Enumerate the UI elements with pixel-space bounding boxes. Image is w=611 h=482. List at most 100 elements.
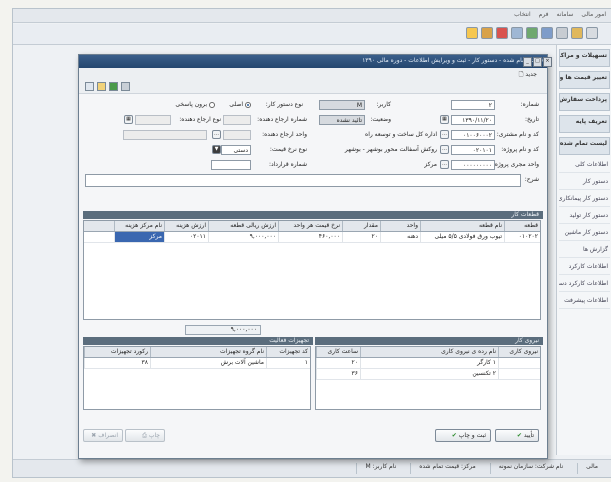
maximize-icon[interactable]: □ — [533, 57, 542, 67]
delete-icon[interactable] — [496, 27, 508, 39]
first-record-icon[interactable] — [85, 82, 94, 91]
sidebar-item[interactable]: لیست تمام شده — [559, 137, 610, 155]
table-cell: ۲۰ — [342, 232, 380, 242]
search-icon[interactable] — [511, 27, 523, 39]
table-cell: ۰۱۰۲۰۲ — [504, 232, 540, 242]
exec-unit-lookup-icon[interactable]: … — [440, 160, 449, 169]
sidebar-item[interactable]: دستور کار ماشین — [559, 227, 610, 241]
contract-field[interactable] — [211, 160, 251, 170]
price-type-select[interactable]: دستی — [221, 145, 251, 155]
customer-lookup-icon[interactable]: … — [440, 130, 449, 139]
equip-section-title: تجهیزات فعالیت — [83, 337, 313, 345]
save-print-label: ثبت و چاپ — [458, 432, 486, 439]
column-header[interactable]: قطعه — [504, 221, 540, 231]
sidebar-item[interactable]: دستور کار پیمانکاری — [559, 193, 610, 207]
table-row[interactable]: ۲ تکنسین ۳۶ — [316, 369, 540, 380]
items-section-title: قطعات کار — [83, 211, 543, 219]
menu-item[interactable]: فرم — [539, 11, 549, 20]
column-header[interactable]: مقدار — [342, 221, 380, 231]
sidebar-item[interactable]: دستور کار — [559, 176, 610, 190]
chevron-down-icon[interactable]: ▼ — [212, 145, 221, 154]
table-cell — [498, 358, 540, 368]
save-icon[interactable] — [97, 82, 106, 91]
customer-code-field[interactable]: ۰۱۰۰۶۰۰۰۲ — [451, 130, 495, 140]
project-code-field[interactable]: ۰۲۰۱۰۱ — [451, 145, 495, 155]
status-cell: مالی — [577, 463, 606, 474]
refresh-icon[interactable] — [526, 27, 538, 39]
table-row[interactable]: ۰۱۰۲۰۲ تیوب ورق فولادی ۵/۵ میلی دهنه ۲۰ … — [84, 232, 540, 243]
sidebar-item[interactable]: اطلاعات کارکرد دستی — [559, 278, 610, 292]
print-button[interactable]: چاپ ⎙ — [125, 429, 165, 442]
exec-unit-label: واحد مجری پروژه: — [492, 161, 539, 168]
minimize-icon[interactable]: _ — [523, 57, 532, 67]
number-field[interactable]: ۲ — [451, 100, 495, 110]
sidebar-item[interactable]: گزارش ها — [559, 244, 610, 258]
column-header[interactable]: کد تجهیزات — [266, 347, 310, 357]
column-header[interactable]: رکورد تجهیزات — [84, 347, 150, 357]
user-label: کاربر: — [376, 101, 391, 108]
sidebar-item[interactable]: اطلاعات کارکرد — [559, 261, 610, 275]
report-icon[interactable] — [541, 27, 553, 39]
new-button[interactable]: جدید 🗋 — [519, 70, 537, 80]
sidebar-item[interactable]: اطلاعات کلی — [559, 159, 610, 173]
sidebar-item[interactable]: تسهیلات و مراکز — [559, 49, 610, 67]
save-print-button[interactable]: ثبت و چاپ ✔ — [435, 429, 491, 442]
project-lookup-icon[interactable]: … — [440, 145, 449, 154]
ref-unit-label: واحد ارجاع دهنده: — [262, 131, 307, 138]
table-cell: تیوب ورق فولادی ۵/۵ میلی — [420, 232, 504, 242]
exit-icon[interactable] — [586, 27, 598, 39]
save-icon[interactable] — [466, 27, 478, 39]
radio-sub[interactable] — [209, 102, 215, 108]
calendar-icon[interactable]: ▦ — [440, 115, 449, 124]
table-row[interactable]: ۱ کارگر ۲۰ — [316, 358, 540, 369]
type-label: نوع دستور کار: — [265, 101, 303, 108]
column-header[interactable]: نام قطعه — [420, 221, 504, 231]
number-label: شماره: — [520, 101, 539, 108]
labor-grid: نیروی کاری نام رده ی نیروی کاری ساعت کار… — [315, 346, 541, 410]
column-header[interactable]: ارزش ریالی قطعه — [208, 221, 278, 231]
exec-unit-code-field[interactable]: ۰۰۰۰۰۰۰۰۰ — [451, 160, 495, 170]
column-header[interactable]: واحد — [380, 221, 420, 231]
sidebar-item[interactable]: پرداخت سفارش — [559, 93, 610, 111]
window-controls: _ □ × — [523, 57, 552, 67]
new-label: جدید — [525, 71, 537, 78]
confirm-button[interactable]: تأیید ✔ — [495, 429, 539, 442]
table-row[interactable]: ۱ ماشین آلات برش ۳۸ — [84, 358, 310, 369]
cancel-icon: ✖ — [91, 432, 97, 439]
print-icon: ⎙ — [142, 432, 147, 439]
ref-lookup-icon[interactable]: ▦ — [124, 115, 133, 124]
ref-num-label: شماره ارجاع دهنده: — [257, 116, 307, 123]
settings-icon[interactable] — [556, 27, 568, 39]
table-cell: ماشین آلات برش — [150, 358, 266, 368]
cancel-button[interactable]: انصراف ✖ — [83, 429, 123, 442]
column-header[interactable]: نرخ قیمت هر واحد — [278, 221, 342, 231]
column-header[interactable]: نام رده ی نیروی کاری — [360, 347, 498, 357]
date-field[interactable]: ۱۳۹۰/۱۱/۲۰ — [451, 115, 495, 125]
help-icon[interactable] — [571, 27, 583, 39]
column-header[interactable]: نام مرکز هزینه — [114, 221, 164, 231]
menu-item[interactable]: انتخاب — [514, 11, 531, 20]
dialog-title: قیمت تمام شده - دستور کار - ثبت و ویرایش… — [79, 55, 547, 68]
table-cell: مرکز — [114, 232, 164, 242]
sidebar-item[interactable]: دستور کار تولید — [559, 210, 610, 224]
desc-label: شرح: — [524, 176, 539, 183]
radio-main[interactable] — [245, 102, 251, 108]
ref-unit-name-field — [123, 130, 207, 140]
excel-icon[interactable] — [109, 82, 118, 91]
menu-item[interactable]: امور مالی — [581, 11, 606, 20]
column-header[interactable]: نام گروه تجهیزات — [150, 347, 266, 357]
sidebar-item[interactable]: اطلاعات پیشرفت — [559, 295, 610, 309]
project-label: کد و نام پروژه: — [501, 146, 539, 153]
sidebar-item[interactable]: تعریف پایه — [559, 115, 610, 133]
print-icon[interactable] — [481, 27, 493, 39]
ref-unit-lookup-icon[interactable]: … — [212, 130, 221, 139]
print-icon[interactable] — [121, 82, 130, 91]
column-header[interactable]: ساعت کاری — [316, 347, 360, 357]
column-header[interactable]: نیروی کاری — [498, 347, 540, 357]
close-icon[interactable]: × — [543, 57, 552, 67]
sidebar-item[interactable]: تغییر قیمت ها و ... — [559, 71, 610, 89]
desc-field[interactable] — [85, 174, 521, 187]
column-header[interactable]: ارزش هزینه — [164, 221, 208, 231]
ref-unit-field — [223, 130, 251, 140]
menu-item[interactable]: سامانه — [557, 11, 574, 20]
